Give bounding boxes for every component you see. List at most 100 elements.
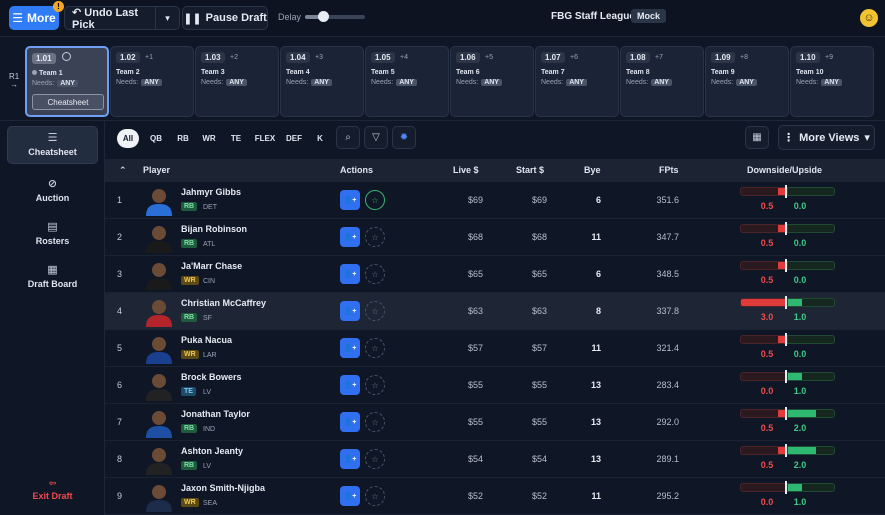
- player-name[interactable]: Ashton Jeanty: [181, 446, 243, 456]
- range-midline: [785, 370, 787, 383]
- favorite-button[interactable]: ☆: [365, 412, 385, 432]
- player-name[interactable]: Christian McCaffrey: [181, 298, 266, 308]
- draft-player-button[interactable]: 👤+: [340, 301, 360, 321]
- player-name[interactable]: Ja'Marr Chase: [181, 261, 242, 271]
- player-name[interactable]: Brock Bowers: [181, 372, 242, 382]
- user-avatar[interactable]: ☺: [860, 9, 878, 27]
- position-filter-te[interactable]: TE: [225, 129, 247, 148]
- sidebar-item-label: Auction: [35, 193, 70, 203]
- col-start[interactable]: Start $: [516, 165, 544, 175]
- position-filter-wr[interactable]: WR: [198, 129, 220, 148]
- picks-after-label: +1: [145, 54, 153, 61]
- pick-card[interactable]: 1.08 +7 Team 8 Needs: ANY: [620, 46, 704, 117]
- position-filter-flex[interactable]: FLEX: [252, 129, 278, 148]
- pick-card[interactable]: 1.07 +6 Team 7 Needs: ANY: [535, 46, 619, 117]
- cheatsheet-button[interactable]: Cheatsheet: [32, 94, 104, 110]
- favorite-button[interactable]: ☆: [365, 301, 385, 321]
- draft-player-button[interactable]: 👤+: [340, 449, 360, 469]
- pick-number: 1.07: [541, 52, 565, 63]
- pick-card[interactable]: 1.01 Team 1 Needs: ANY Cheatsheet: [25, 46, 109, 117]
- search-button[interactable]: ⌕: [336, 126, 360, 149]
- sidebar-item-draft-board[interactable]: ▦ Draft Board: [7, 258, 98, 296]
- sidebar-item-cheatsheet[interactable]: ☰ Cheatsheet: [7, 126, 98, 164]
- table-row[interactable]: 8 Ashton Jeanty RB LV 👤+ ☆ $54 $54 13 289.1 0.5 2.0: [105, 441, 885, 478]
- draft-player-button[interactable]: 👤+: [340, 412, 360, 432]
- upside-bar: [787, 335, 835, 344]
- mode-badge: Mock: [631, 9, 667, 23]
- table-row[interactable]: 6 Brock Bowers TE LV 👤+ ☆ $55 $55 13 283.4 0.0 1.0: [105, 367, 885, 404]
- rank: 1: [117, 195, 123, 205]
- draft-player-button[interactable]: 👤+: [340, 338, 360, 358]
- star-icon: ☆: [371, 195, 379, 205]
- table-row[interactable]: 2 Bijan Robinson RB ATL 👤+ ☆ $68 $68 11 347.7 0.5 0…: [105, 219, 885, 256]
- position-filter-all[interactable]: All: [117, 129, 139, 148]
- needs-value: ANY: [141, 79, 162, 86]
- pause-draft-button[interactable]: ❚❚ Pause Draft: [182, 6, 268, 30]
- table-row[interactable]: 5 Puka Nacua WR LAR 👤+ ☆ $57 $57 11 321.4 0.5 0.0: [105, 330, 885, 367]
- pick-team-name: Team 3: [201, 69, 225, 76]
- pick-needs: Needs: ANY: [32, 80, 78, 87]
- position-filter-qb[interactable]: QB: [145, 129, 167, 148]
- favorite-button[interactable]: ☆: [365, 264, 385, 284]
- downside-value: 0.0: [760, 386, 774, 396]
- pick-card[interactable]: 1.06 +5 Team 6 Needs: ANY: [450, 46, 534, 117]
- col-player[interactable]: Player: [143, 165, 170, 175]
- table-view-button[interactable]: ▦: [745, 126, 769, 149]
- table-row[interactable]: 7 Jonathan Taylor RB IND 👤+ ☆ $55 $55 13 292.0 0.5…: [105, 404, 885, 441]
- pick-card[interactable]: 1.04 +3 Team 4 Needs: ANY: [280, 46, 364, 117]
- more-views-button[interactable]: ⋮ More Views ▾: [778, 125, 875, 150]
- range-midline: [785, 296, 787, 309]
- player-name[interactable]: Puka Nacua: [181, 335, 232, 345]
- favorite-button[interactable]: ☆: [365, 338, 385, 358]
- favorite-button[interactable]: ☆: [365, 486, 385, 506]
- delay-slider-knob[interactable]: [318, 11, 329, 22]
- draft-player-button[interactable]: 👤+: [340, 486, 360, 506]
- pick-card[interactable]: 1.09 +8 Team 9 Needs: ANY: [705, 46, 789, 117]
- position-filter-rb[interactable]: RB: [172, 129, 194, 148]
- pick-card[interactable]: 1.10 +9 Team 10 Needs: ANY: [790, 46, 874, 117]
- draft-player-button[interactable]: 👤+: [340, 264, 360, 284]
- live-value: $55: [467, 380, 483, 390]
- draft-player-button[interactable]: 👤+: [340, 190, 360, 210]
- range-midline: [785, 481, 787, 494]
- draft-player-button[interactable]: 👤+: [340, 375, 360, 395]
- rank: 6: [117, 380, 123, 390]
- pick-card[interactable]: 1.02 +1 Team 2 Needs: ANY: [110, 46, 194, 117]
- col-bye[interactable]: Bye: [584, 165, 601, 175]
- table-icon: ▦: [752, 132, 762, 143]
- table-row[interactable]: 3 Ja'Marr Chase WR CIN 👤+ ☆ $65 $65 6 348.5 0.5 0.0: [105, 256, 885, 293]
- delay-slider[interactable]: [305, 11, 365, 22]
- position-filter-k[interactable]: K: [312, 129, 328, 148]
- player-name[interactable]: Bijan Robinson: [181, 224, 247, 234]
- downside-bar: [740, 187, 786, 196]
- favorite-button[interactable]: ☆: [365, 190, 385, 210]
- add-user-icon: 👤+: [343, 345, 357, 352]
- draft-player-button[interactable]: 👤+: [340, 227, 360, 247]
- pick-card[interactable]: 1.03 +2 Team 3 Needs: ANY: [195, 46, 279, 117]
- undo-last-pick-button[interactable]: ↶ Undo Last Pick ▾: [64, 6, 180, 31]
- col-live[interactable]: Live $: [453, 165, 479, 175]
- table-row[interactable]: 1 Jahmyr Gibbs RB DET 👤+ ☆ $69 $69 6 351.6 0.5 0.0: [105, 182, 885, 219]
- pick-card[interactable]: 1.05 +4 Team 5 Needs: ANY: [365, 46, 449, 117]
- favorite-button[interactable]: ☆: [365, 227, 385, 247]
- chevron-down-icon[interactable]: ▾: [155, 7, 179, 29]
- more-button[interactable]: ☰ More !: [9, 1, 64, 30]
- player-name[interactable]: Jahmyr Gibbs: [181, 187, 241, 197]
- position-badge: RB: [181, 461, 198, 470]
- sidebar-item-rosters[interactable]: ▤ Rosters: [7, 215, 98, 253]
- player-team: LAR: [203, 352, 217, 359]
- sidebar-item-auction[interactable]: ⊘ Auction: [7, 172, 98, 210]
- sort-up-icon[interactable]: ⌃: [119, 165, 127, 176]
- favorite-button[interactable]: ☆: [365, 449, 385, 469]
- player-name[interactable]: Jaxon Smith-Njigba: [181, 483, 265, 493]
- col-downside-upside[interactable]: Downside/Upside: [747, 165, 822, 175]
- table-row[interactable]: 9 Jaxon Smith-Njigba WR SEA 👤+ ☆ $52 $52 11 295.2…: [105, 478, 885, 515]
- favorite-button[interactable]: ☆: [365, 375, 385, 395]
- col-fpts[interactable]: FPts: [659, 165, 679, 175]
- table-row[interactable]: 4 Christian McCaffrey RB SF 👤+ ☆ $63 $63 8 337.8 3…: [105, 293, 885, 330]
- position-filter-def[interactable]: DEF: [282, 129, 306, 148]
- settings-button[interactable]: ✹: [392, 126, 416, 149]
- exit-draft-button[interactable]: ⇦ Exit Draft: [7, 474, 98, 504]
- player-name[interactable]: Jonathan Taylor: [181, 409, 250, 419]
- filter-button[interactable]: ▽: [364, 126, 388, 149]
